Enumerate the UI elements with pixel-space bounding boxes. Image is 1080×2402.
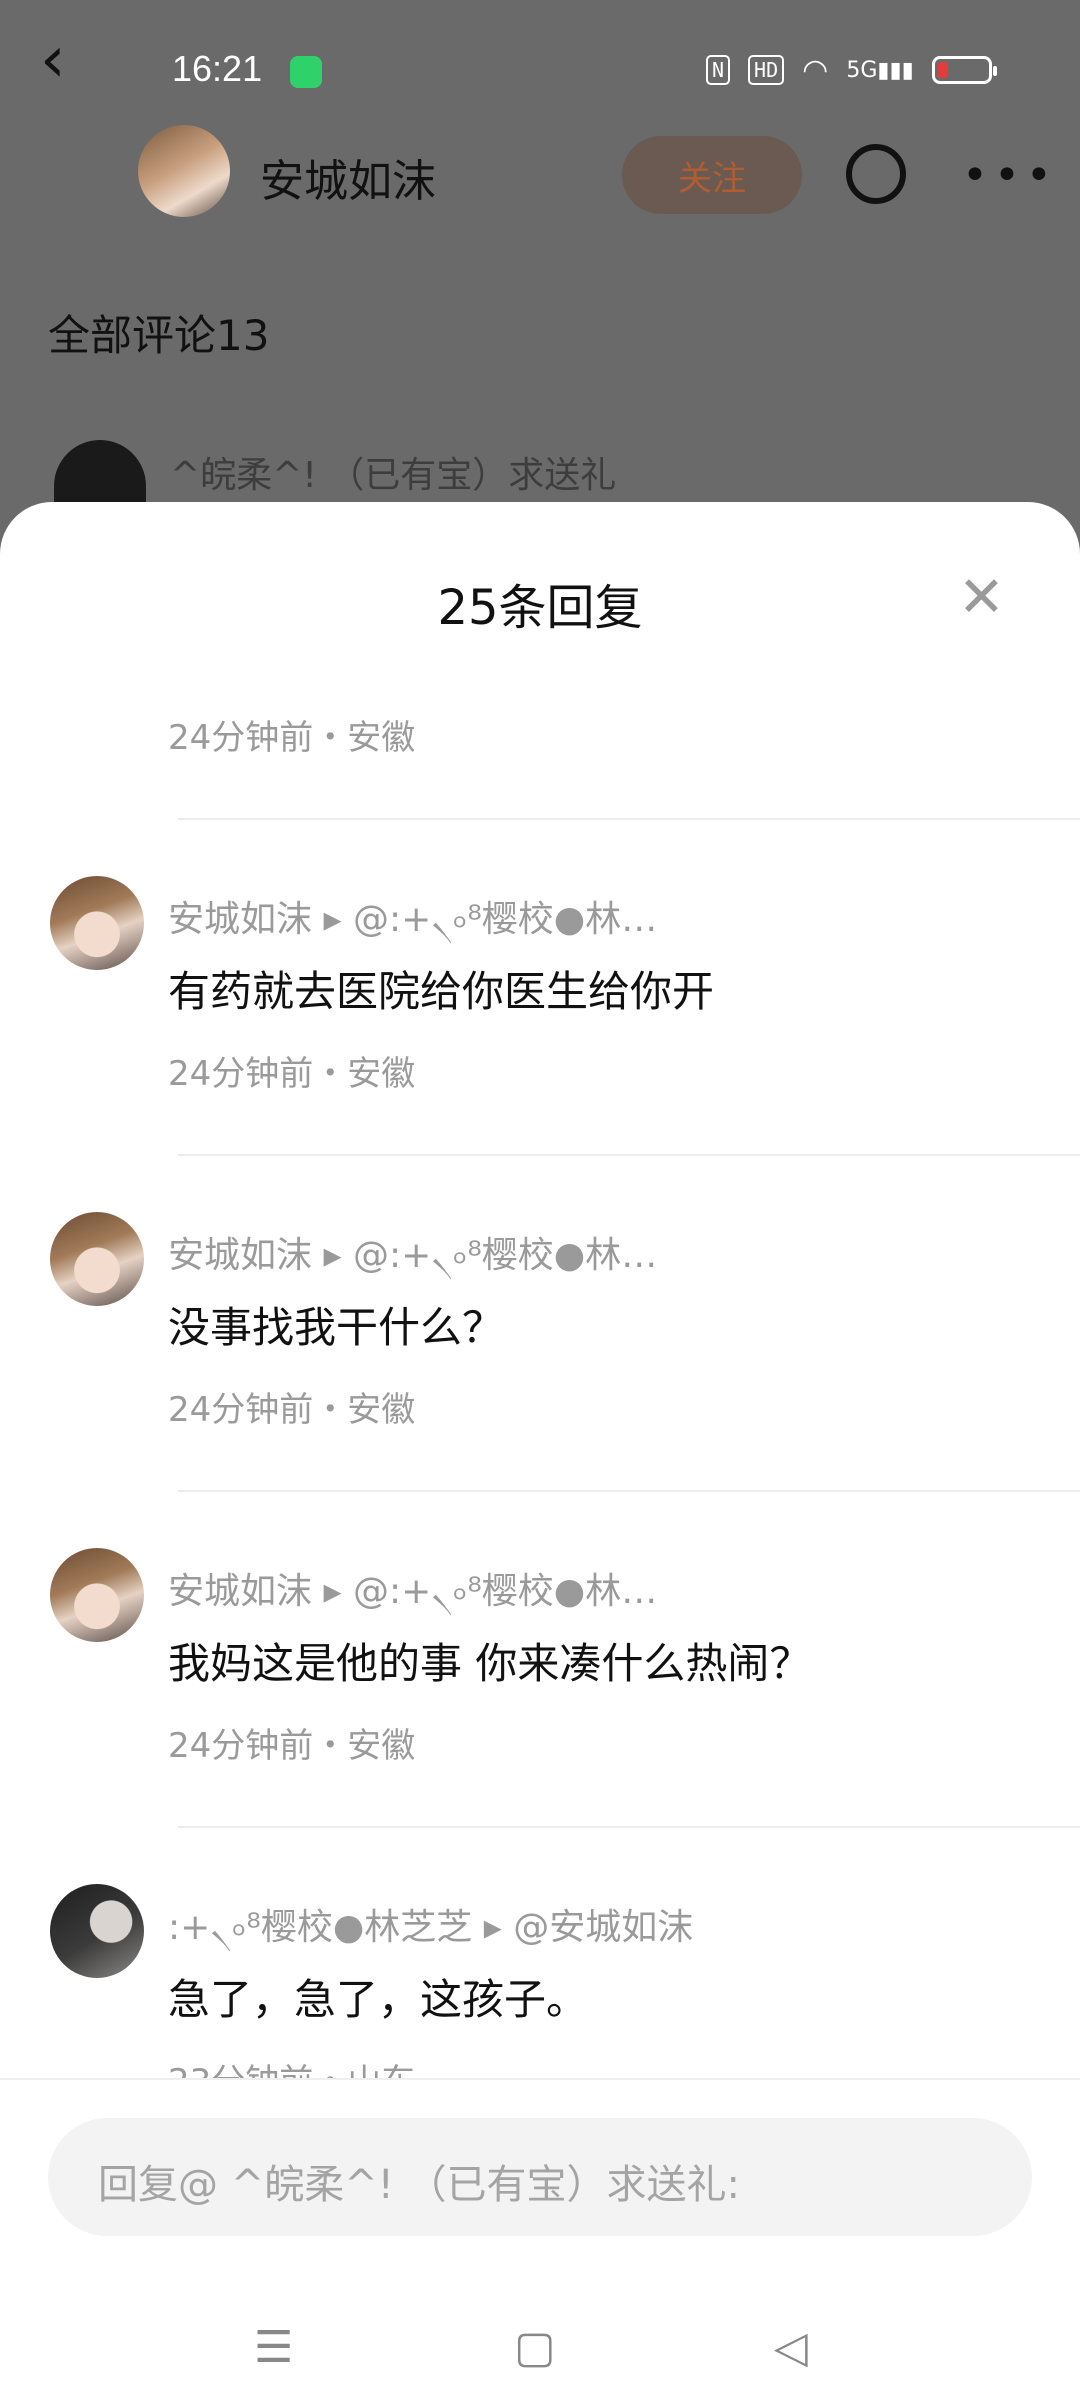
sheet-title: 25条回复 (437, 580, 643, 636)
reply-input[interactable]: 回复@ ^皖柔^! （已有宝）求送礼: (48, 2118, 1032, 2236)
all-comments-heading: 全部评论13 (48, 311, 270, 360)
back-nav-icon[interactable]: ◁ (774, 2322, 808, 2373)
clock: 16:21 (172, 48, 263, 89)
close-icon[interactable]: ✕ (958, 568, 1005, 628)
divider (178, 818, 1080, 820)
reply-author-line: :+৲৹⁸樱校●林芝芝 ▸ @安城如沫 (168, 1898, 693, 1960)
reply-arrow-icon: ▸ (323, 1235, 353, 1276)
avatar (54, 440, 146, 510)
reply-target[interactable]: @:+৲৹⁸樱校●林… (353, 1235, 657, 1276)
reply-arrow-icon: ▸ (483, 1907, 514, 1948)
reply-meta: 24分钟前・安徽 (168, 1390, 416, 1430)
menu-icon[interactable]: ☰ (254, 2322, 293, 2373)
message-notification-icon (290, 56, 322, 88)
wifi-icon: ◠ (802, 52, 829, 88)
divider (178, 1826, 1080, 1828)
reply-author[interactable]: 安城如沫 (168, 1571, 312, 1612)
peek-comment-user: ^皖柔^! （已有宝）求送礼 (170, 455, 617, 496)
hd-icon: HD (748, 55, 785, 85)
reply-meta: 24分钟前・安徽 (168, 1726, 416, 1766)
reply-author-line: 安城如沫 ▸ @:+৲৹⁸樱校●林… (168, 890, 657, 952)
avatar[interactable] (138, 125, 230, 217)
reply-text[interactable]: 我妈这是他的事 你来凑什么热闹？ (168, 1630, 811, 1691)
avatar[interactable] (50, 1212, 144, 1306)
avatar[interactable] (50, 1884, 144, 1978)
divider (178, 1154, 1080, 1156)
status-icons: N HD ◠ 5G▮▮▮ (706, 50, 997, 90)
nfc-icon: N (706, 55, 731, 85)
reply-author[interactable]: 安城如沫 (168, 1235, 312, 1276)
reply-author[interactable]: :+৲৹⁸樱校●林芝芝 (168, 1907, 472, 1948)
reply-meta: 24分钟前・安徽 (168, 718, 416, 758)
reply-bar: 回复@ ^皖柔^! （已有宝）求送礼: ☰ ▢ ◁ (0, 2078, 1080, 2402)
network-type: 5G (846, 57, 878, 83)
reply-input-placeholder: 回复@ ^皖柔^! （已有宝）求送礼: (98, 2162, 740, 2208)
reply-arrow-icon: ▸ (323, 899, 353, 940)
reply-author[interactable]: 安城如沫 (168, 899, 312, 940)
divider (178, 1490, 1080, 1492)
status-bar: 16:21 N HD ◠ 5G▮▮▮ (0, 0, 1080, 140)
reply-target[interactable]: @安城如沫 (513, 1907, 693, 1948)
reply-arrow-icon: ▸ (323, 1571, 353, 1612)
home-icon[interactable]: ▢ (514, 2322, 556, 2373)
reply-author-line: 安城如沫 ▸ @:+৲৹⁸樱校●林… (168, 1562, 657, 1624)
reply-text[interactable]: 没事找我干什么？ (168, 1294, 504, 1355)
follow-button[interactable]: 关注 (622, 136, 802, 214)
avatar[interactable] (50, 876, 144, 970)
reply-target[interactable]: @:+৲৹⁸樱校●林… (353, 899, 657, 940)
reply-text[interactable]: 急了，急了，这孩子。 (168, 1966, 588, 2027)
reply-meta: 24分钟前・安徽 (168, 1054, 416, 1094)
page-title: 安城如沫 (260, 156, 436, 207)
reply-target[interactable]: @:+৲৹⁸樱校●林… (353, 1571, 657, 1612)
more-icon[interactable]: ••• (962, 150, 1058, 201)
reply-author-line: 安城如沫 ▸ @:+৲৹⁸樱校●林… (168, 1226, 657, 1288)
5g-signal-icon: 5G▮▮▮ (846, 57, 914, 83)
battery-icon (931, 56, 997, 84)
share-icon[interactable] (846, 144, 906, 204)
avatar[interactable] (50, 1548, 144, 1642)
back-icon[interactable]: ‹ (40, 28, 66, 92)
reply-text[interactable]: 有药就去医院给你医生给你开 (168, 958, 714, 1019)
